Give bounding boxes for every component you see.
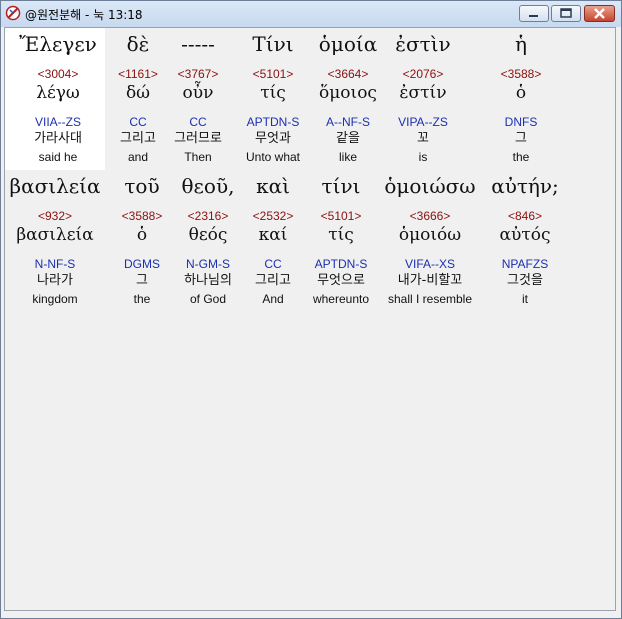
analysis-panel[interactable]: Ἔλεγεν <3004> λέγω VIIA--ZS 가라사대 said he δὲ <11… [4, 27, 616, 611]
minimize-icon [529, 15, 538, 17]
korean-gloss: 그것을 [507, 273, 543, 288]
minimize-button[interactable] [519, 5, 549, 22]
app-icon[interactable] [5, 5, 21, 21]
lemma: ὁ [515, 83, 527, 103]
window-title: @원전분해 - 눅 13:18 [25, 8, 143, 22]
parsing-code: NPAFZS [501, 257, 549, 271]
lemma: αὐτός [499, 225, 551, 245]
parsing-code: DNFS [504, 115, 538, 129]
english-gloss: it [522, 292, 528, 306]
strong-number: <846> [507, 209, 543, 223]
maximize-button[interactable] [551, 5, 581, 22]
greek-word[interactable]: ἡ [461, 32, 581, 56]
english-gloss: the [512, 150, 530, 164]
strong-number: <3588> [500, 67, 542, 81]
title-bar[interactable]: @원전분해 - 눅 13:18 [1, 1, 621, 27]
close-button[interactable] [584, 5, 615, 22]
close-icon [594, 8, 605, 19]
maximize-icon [560, 8, 572, 18]
app-window: @원전분해 - 눅 13:18 Ἔλεγεν <3004> λέγω VIIA--ZS… [0, 0, 622, 619]
greek-word[interactable]: αὐτήν; [465, 174, 585, 198]
korean-gloss: 그 [515, 131, 527, 146]
